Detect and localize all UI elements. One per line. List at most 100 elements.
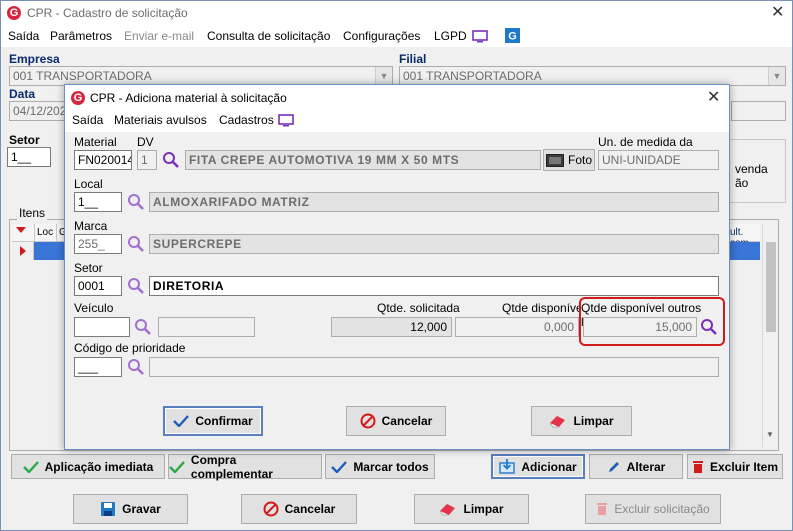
photo-icon [545,153,564,167]
marca-description: SUPERCREPE [149,234,719,254]
search-icon[interactable] [127,277,145,295]
grid-scroll-thumb[interactable] [766,242,776,332]
unidade-value: UNI-UNIDADE [602,153,681,167]
grid-scrollbar[interactable]: ▼ [762,224,778,448]
itens-label: Itens [17,206,48,220]
chevron-down-icon[interactable]: ▼ [375,67,392,85]
highlight-box [579,297,725,346]
dialog-menu-materiais-avulsos[interactable]: Materiais avulsos [114,113,207,127]
search-icon[interactable] [162,151,180,169]
local-field[interactable]: 1__ [74,192,122,212]
dialog-setor-field[interactable]: 0001 [74,276,122,296]
monitor-icon[interactable] [278,114,294,127]
setor-field[interactable]: 1__ [7,147,51,167]
gravar-button[interactable]: Gravar [73,494,188,524]
search-icon[interactable] [127,358,145,376]
veiculo-field[interactable] [74,317,130,337]
marca-value: 255_ [78,237,105,251]
sort-down-icon[interactable] [16,227,26,233]
dialog-limpar-button[interactable]: Limpar [531,406,632,436]
marca-label: Marca [74,219,108,233]
side-text-1: venda [735,162,768,176]
aplicacao-imediata-button[interactable]: Aplicação imediata [11,454,165,479]
side-text-2: ão [735,176,749,190]
main-cancelar-button[interactable]: Cancelar [241,494,357,524]
grid-col-loc[interactable]: Loc [37,227,53,238]
dialog-menubar: Saída Materiais avulsos Cadastros [65,110,729,132]
filial-field[interactable]: 001 TRANSPORTADORA ▼ [399,66,786,86]
unidade-field: UNI-UNIDADE [598,150,719,170]
menu-configuracoes[interactable]: Configurações [343,29,420,43]
main-limpar-button[interactable]: Limpar [414,494,529,524]
setor-desc-value: DIRETORIA [153,279,225,293]
dialog-setor-label: Setor [74,261,103,275]
trash-icon [692,460,703,473]
data-field[interactable]: 04/12/202 [9,101,69,121]
cancel-icon [263,501,279,517]
chevron-down-icon[interactable]: ▼ [768,67,785,85]
dialog-title: CPR - Adiciona material à solicitação [90,91,287,105]
adicionar-button[interactable]: Adicionar [491,454,585,479]
search-icon[interactable] [127,235,145,253]
confirmar-label: Confirmar [195,414,253,428]
close-icon[interactable]: ✕ [771,5,784,21]
material-label: Material [74,135,117,149]
qtde-disponivel-value: 0,000 [543,320,574,334]
prioridade-label: Código de prioridade [74,341,186,355]
qtde-disponivel-label: Qtde disponível [502,301,586,315]
scroll-down-icon[interactable]: ▼ [766,430,774,439]
svg-text:G: G [508,31,517,43]
data-value: 04/12/202 [13,104,67,118]
marcar-label: Marcar todos [353,459,429,474]
alterar-label: Alterar [626,459,666,474]
local-label: Local [74,177,103,191]
dialog-cancelar-label: Cancelar [381,414,433,428]
setor-description: DIRETORIA [149,276,719,296]
dialog-menu-saida[interactable]: Saída [72,113,103,127]
excluir-item-button[interactable]: Excluir Item [687,454,783,479]
marca-desc-value: SUPERCREPE [153,237,242,251]
dialog-limpar-label: Limpar [573,414,614,428]
monitor-icon[interactable] [472,30,488,43]
menu-enviar-email[interactable]: Enviar e-mail [124,29,194,43]
setor-value: 1__ [11,150,32,164]
confirmar-button[interactable]: Confirmar [163,406,263,436]
excluir-solicitacao-button[interactable]: Excluir solicitação [585,494,721,524]
app-logo-icon: G [71,91,85,105]
compra-complementar-button[interactable]: Compra complementar [168,453,322,481]
app-shortcut-icon[interactable]: G [505,28,520,43]
empresa-field[interactable]: 001 TRANSPORTADORA ▼ [9,66,393,86]
side-options-box: venda ão [728,139,786,203]
main-titlebar: G CPR - Cadastro de solicitação ✕ [1,1,792,25]
material-field[interactable]: FN020014 [74,150,132,170]
marca-field[interactable]: 255_ [74,234,122,254]
close-icon[interactable]: ✕ [707,90,720,106]
filial-label: Filial [399,52,427,66]
qtde-solicitada-value: 12,000 [410,320,447,334]
add-material-dialog: G CPR - Adiciona material à solicitação … [64,84,730,450]
trash-icon [597,503,608,515]
empresa-label: Empresa [9,52,60,66]
dialog-menu-cadastros[interactable]: Cadastros [219,113,274,127]
right-field-partial [731,101,786,121]
dialog-cancelar-button[interactable]: Cancelar [346,406,446,436]
foto-button[interactable]: Foto [543,149,595,171]
search-icon[interactable] [134,318,152,336]
material-description: FITA CREPE AUTOMOTIVA 19 MM X 50 MTS [185,150,541,170]
row-pointer-icon [20,246,26,256]
empresa-value: 001 TRANSPORTADORA [13,69,152,83]
foto-label: Foto [567,153,592,167]
menu-saida[interactable]: Saída [8,29,39,43]
qtde-solicitada-field[interactable]: 12,000 [331,317,452,337]
prioridade-field[interactable]: ___ [74,357,122,377]
excluir-item-label: Excluir Item [709,459,779,474]
marcar-todos-button[interactable]: Marcar todos [325,454,435,479]
check-icon [169,460,185,473]
menu-consulta-solicitacao[interactable]: Consulta de solicitação [207,29,330,43]
menu-lgpd[interactable]: LGPD [434,29,467,43]
dv-label: DV [137,135,154,149]
menu-parametros[interactable]: Parâmetros [50,29,112,43]
alterar-button[interactable]: Alterar [589,454,683,479]
search-icon[interactable] [127,193,145,211]
local-description: ALMOXARIFADO MATRIZ [149,192,719,212]
